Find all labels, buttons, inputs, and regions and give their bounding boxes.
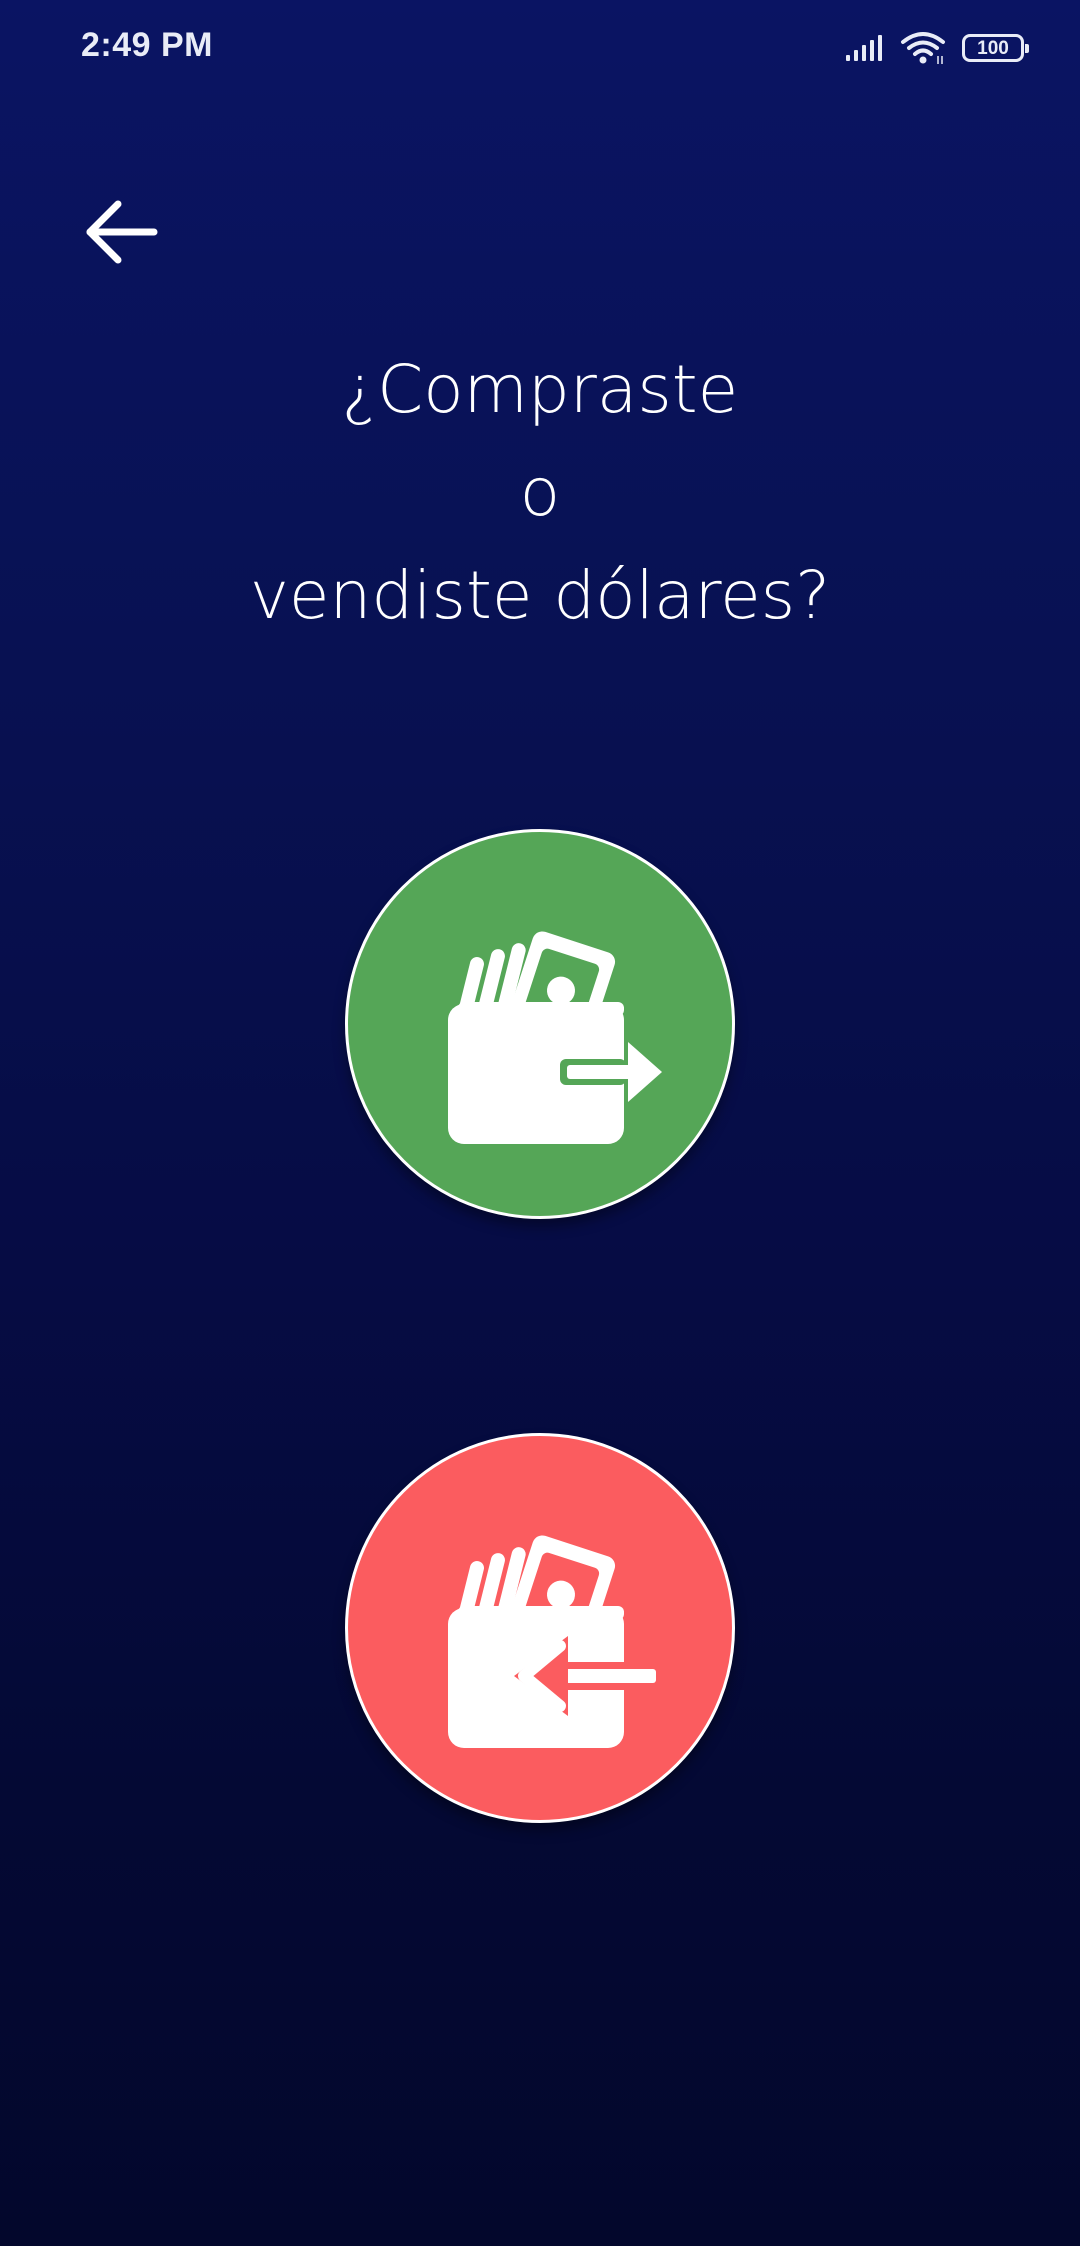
question-title: ¿Compraste o vendiste dólares? — [90, 338, 990, 647]
signal-icon — [846, 35, 882, 61]
wallet-out-arrow-icon — [448, 931, 662, 1144]
question-line-1: ¿Compraste — [341, 351, 739, 428]
question-line-3: vendiste dólares? — [249, 557, 831, 634]
back-button[interactable] — [72, 184, 168, 280]
status-time: 2:49 PM — [81, 26, 213, 64]
bought-dollars-button[interactable] — [345, 829, 735, 1219]
battery-level: 100 — [977, 37, 1009, 59]
wallet-in-arrow-icon — [448, 1535, 658, 1748]
arrow-left-icon — [86, 200, 158, 264]
sold-dollars-button[interactable] — [345, 1433, 735, 1823]
battery-icon: 100 — [962, 34, 1029, 62]
status-icons: 100 — [844, 30, 1029, 66]
wifi-icon — [901, 32, 945, 64]
status-bar: 2:49 PM 100 — [0, 0, 1080, 96]
question-line-2: o — [519, 454, 561, 531]
